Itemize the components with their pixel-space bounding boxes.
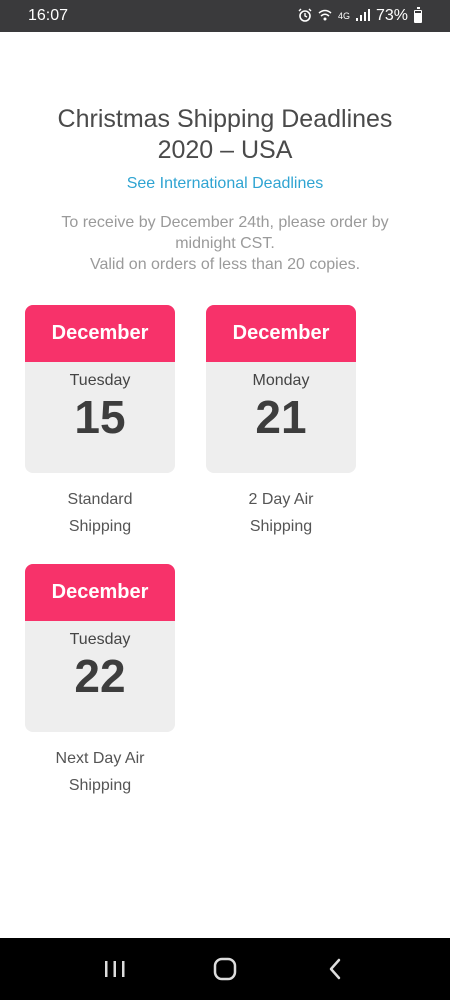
network-type-icon: 4G bbox=[337, 10, 350, 21]
label-line2: Shipping bbox=[68, 777, 132, 794]
status-icons: 4G 73% bbox=[298, 6, 422, 25]
page-title-line2: 2020 – USA bbox=[157, 136, 293, 164]
recent-apps-icon[interactable] bbox=[95, 949, 135, 989]
order-note-line1: To receive by December 24th, please orde… bbox=[61, 214, 389, 252]
order-note-line2: Valid on orders of less than 20 copies. bbox=[89, 256, 361, 273]
navigation-bar bbox=[0, 938, 450, 1000]
label-line1: Next Day Air bbox=[55, 750, 145, 767]
card-date: 21 bbox=[255, 391, 307, 443]
label-line2: Shipping bbox=[249, 518, 313, 535]
card-weekday: Monday bbox=[252, 372, 310, 389]
card-date: 15 bbox=[74, 391, 126, 443]
status-time: 16:07 bbox=[28, 7, 69, 24]
page-title: Christmas Shipping Deadlines 2020 – USA bbox=[0, 104, 450, 166]
page-title-line1: Christmas Shipping Deadlines bbox=[57, 105, 393, 133]
back-icon[interactable] bbox=[315, 949, 355, 989]
page-content: Christmas Shipping Deadlines 2020 – USA … bbox=[0, 32, 450, 938]
status-bar: 16:07 4G 73% bbox=[0, 0, 450, 32]
label-line1: 2 Day Air bbox=[248, 491, 314, 508]
deadline-card-2-day-air: December Monday 21 bbox=[206, 305, 356, 473]
battery-percent: 73% bbox=[375, 7, 408, 24]
card-date: 22 bbox=[74, 650, 126, 702]
deadline-label-next-day-air: Next Day Air Shipping bbox=[25, 745, 175, 799]
alarm-icon bbox=[298, 8, 312, 24]
battery-icon bbox=[414, 6, 422, 23]
card-month: December bbox=[25, 564, 175, 621]
signal-icon bbox=[355, 9, 370, 23]
deadline-card-standard: December Tuesday 15 bbox=[25, 305, 175, 473]
international-deadlines-link[interactable]: See International Deadlines bbox=[0, 175, 450, 193]
card-month: December bbox=[206, 305, 356, 362]
card-weekday: Tuesday bbox=[69, 372, 131, 389]
card-weekday: Tuesday bbox=[69, 631, 131, 648]
order-note: To receive by December 24th, please orde… bbox=[40, 212, 410, 275]
wifi-icon bbox=[318, 8, 332, 24]
card-month: December bbox=[25, 305, 175, 362]
deadline-label-standard: Standard Shipping bbox=[25, 486, 175, 540]
label-line2: Shipping bbox=[68, 518, 132, 535]
home-icon[interactable] bbox=[205, 949, 245, 989]
deadline-card-next-day-air: December Tuesday 22 bbox=[25, 564, 175, 732]
label-line1: Standard bbox=[67, 491, 133, 508]
deadline-label-2-day-air: 2 Day Air Shipping bbox=[206, 486, 356, 540]
